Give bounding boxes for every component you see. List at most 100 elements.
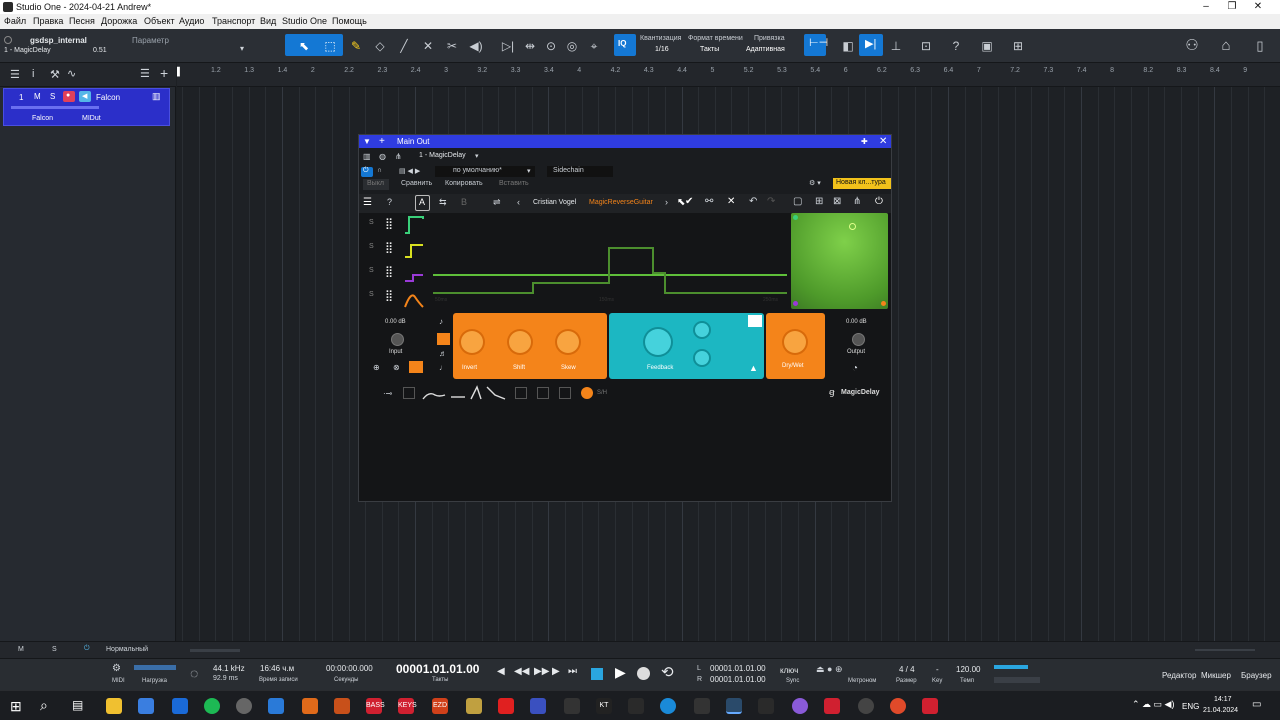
monitor-icon[interactable]: ⏻ [84, 645, 90, 653]
file-explorer-icon[interactable] [106, 698, 122, 714]
menu-file[interactable]: Файл [4, 14, 26, 29]
auto-icon[interactable]: ∩ [377, 167, 382, 174]
xy-pad-cursor[interactable] [849, 223, 856, 230]
drywet-knob[interactable] [784, 331, 806, 353]
tempo-value[interactable]: 120.00 [956, 665, 980, 674]
automation-icon[interactable]: ∿ [67, 67, 76, 80]
tree-icon[interactable]: ⋔ [853, 196, 861, 207]
tap-grid-icon-4[interactable]: ⣿ [385, 289, 393, 302]
tap-solo-3[interactable]: S [369, 267, 374, 274]
lfo-slot-3[interactable] [537, 387, 549, 399]
mode-select[interactable]: Нормальный [106, 646, 148, 653]
parameter-display[interactable]: gsdsp_internal Параметр 1 - MagicDelay 0… [4, 31, 254, 61]
app-icon-15[interactable] [858, 698, 874, 714]
shift-knob[interactable] [509, 331, 531, 353]
master-volume-slider[interactable] [994, 677, 1040, 683]
xy-pad[interactable] [791, 213, 888, 309]
menu-icon[interactable]: ☰ [363, 197, 372, 208]
search-icon[interactable]: ⌕ [40, 697, 48, 714]
plugin-titlebar[interactable]: ▼ + Main Out ✚ ✕ [359, 135, 891, 148]
zoom-tool-icon[interactable]: ⊙ [541, 36, 561, 56]
toggle-editor-icon[interactable]: ▶| [859, 34, 883, 56]
note-icon-4[interactable]: ♩ [439, 363, 447, 372]
preset-title[interactable]: MagicReverseGuitar [589, 199, 653, 206]
store-icon[interactable] [138, 698, 154, 714]
sync-state[interactable]: ключ [780, 666, 798, 675]
forward-icon[interactable]: ▶▶ [534, 666, 549, 677]
input-knob[interactable] [391, 333, 404, 346]
add-icon[interactable]: + [379, 135, 385, 148]
help-icon[interactable]: ? [946, 36, 966, 56]
menu-event[interactable]: Объект [144, 14, 175, 29]
app-icon-10[interactable] [660, 698, 676, 714]
app-icon-13[interactable] [792, 698, 808, 714]
arrow-tool-icon[interactable]: ⬉ [294, 36, 314, 56]
console-icon[interactable]: ⊡ [916, 36, 936, 56]
volume-slider[interactable] [11, 106, 99, 109]
menu-track[interactable]: Дорожка [101, 14, 137, 29]
panel-icon[interactable]: ▯ [1250, 36, 1270, 56]
rewind-start-icon[interactable]: ◀ [497, 666, 505, 677]
menu-view[interactable]: Вид [260, 14, 276, 29]
mode-icon-3[interactable] [409, 361, 423, 373]
power-button[interactable]: ⏻ [361, 167, 373, 177]
settings-icon[interactable]: ⚙ ▾ [809, 179, 821, 187]
end-icon[interactable]: ⏭ [568, 666, 577, 677]
tap-grid-icon-1[interactable]: ⣿ [385, 217, 393, 230]
mix-view-icon[interactable]: ⊞ [1008, 36, 1028, 56]
home-icon[interactable]: ⌂ [1216, 36, 1236, 56]
timestretch-tool-icon[interactable]: ⇹ [520, 36, 540, 56]
tap-solo-2[interactable]: S [369, 243, 374, 250]
pencil-tool-icon[interactable]: ✎ [346, 36, 366, 56]
language[interactable]: ENG [1182, 702, 1199, 711]
menu-edit[interactable]: Правка [33, 14, 63, 29]
metronome-icon[interactable]: ⏏ ● ⊕ [816, 664, 842, 675]
preset-author[interactable]: Cristian Vogel [533, 199, 576, 206]
app-icon-4[interactable] [334, 698, 350, 714]
snap-grid-toggle[interactable]: ⊢⊣ [804, 34, 828, 56]
horizontal-scrollbar[interactable] [190, 649, 240, 652]
ct-tool-icon[interactable]: ◎ [562, 36, 582, 56]
skew-knob[interactable] [557, 331, 579, 353]
paste-button[interactable]: Вставить [499, 180, 529, 187]
note-icon-1[interactable]: ♪ [439, 317, 443, 326]
warning-icon[interactable]: ▲ [749, 363, 758, 373]
snap-value[interactable]: Адаптивная [746, 46, 785, 53]
timeline-ruler[interactable]: ▌ 1.2 1.3 1.4 2 2.2 2.3 2.4 3 3.2 3.3 3.4 4 4.2 4.3 4.… [177, 63, 1280, 87]
collapse-icon[interactable]: ▼ [363, 135, 371, 148]
clock-time[interactable]: 14:17 [1214, 696, 1232, 703]
windows-start-icon[interactable]: ⊞ [10, 698, 22, 715]
bend-tool-icon[interactable]: ▷| [498, 36, 518, 56]
range-tool-icon[interactable]: ⬚ [320, 36, 340, 56]
preset-chevron-icon[interactable]: ▾ [527, 167, 531, 175]
autoscroll-icon[interactable]: ⌖ [584, 36, 604, 56]
zoom-slider[interactable] [1195, 649, 1255, 651]
clear-icon[interactable]: ✕ [727, 196, 735, 207]
randomize-icon[interactable]: ⚯ [705, 196, 713, 207]
menu-help[interactable]: Помощь [332, 14, 367, 29]
spotify-icon[interactable] [204, 698, 220, 714]
loop-end[interactable]: 00001.01.01.00 [710, 675, 766, 684]
feedback-hp-knob[interactable] [695, 323, 709, 337]
app-icon-7[interactable] [530, 698, 546, 714]
redo-icon[interactable]: ↷ [767, 196, 775, 207]
undo-history-icon[interactable]: ⇌ [493, 197, 501, 208]
maximize-icon[interactable]: ❐ [1222, 0, 1242, 14]
rewind-icon[interactable]: ◀◀ [514, 666, 529, 677]
next-preset-icon[interactable]: › [665, 197, 668, 207]
lfo-slot-1[interactable] [403, 387, 415, 399]
key-value[interactable]: - [936, 665, 939, 674]
help-icon[interactable]: ? [387, 197, 392, 207]
routing-icon[interactable]: ⋔ [395, 152, 402, 161]
app-icon-5[interactable] [466, 698, 482, 714]
solo-button[interactable]: S [50, 92, 55, 101]
stop-button[interactable] [591, 668, 603, 680]
lfo-slot-2[interactable] [515, 387, 527, 399]
video-icon[interactable]: ▣ [977, 36, 997, 56]
monitor-button[interactable]: ◀ [79, 91, 91, 102]
bars-display[interactable]: 00001.01.01.00 [396, 662, 479, 676]
close-icon[interactable]: ✕ [1248, 0, 1268, 14]
list-icon[interactable]: ☰ [10, 68, 20, 81]
tap-solo-1[interactable]: S [369, 219, 374, 226]
add-track-icon[interactable]: + [160, 65, 168, 81]
